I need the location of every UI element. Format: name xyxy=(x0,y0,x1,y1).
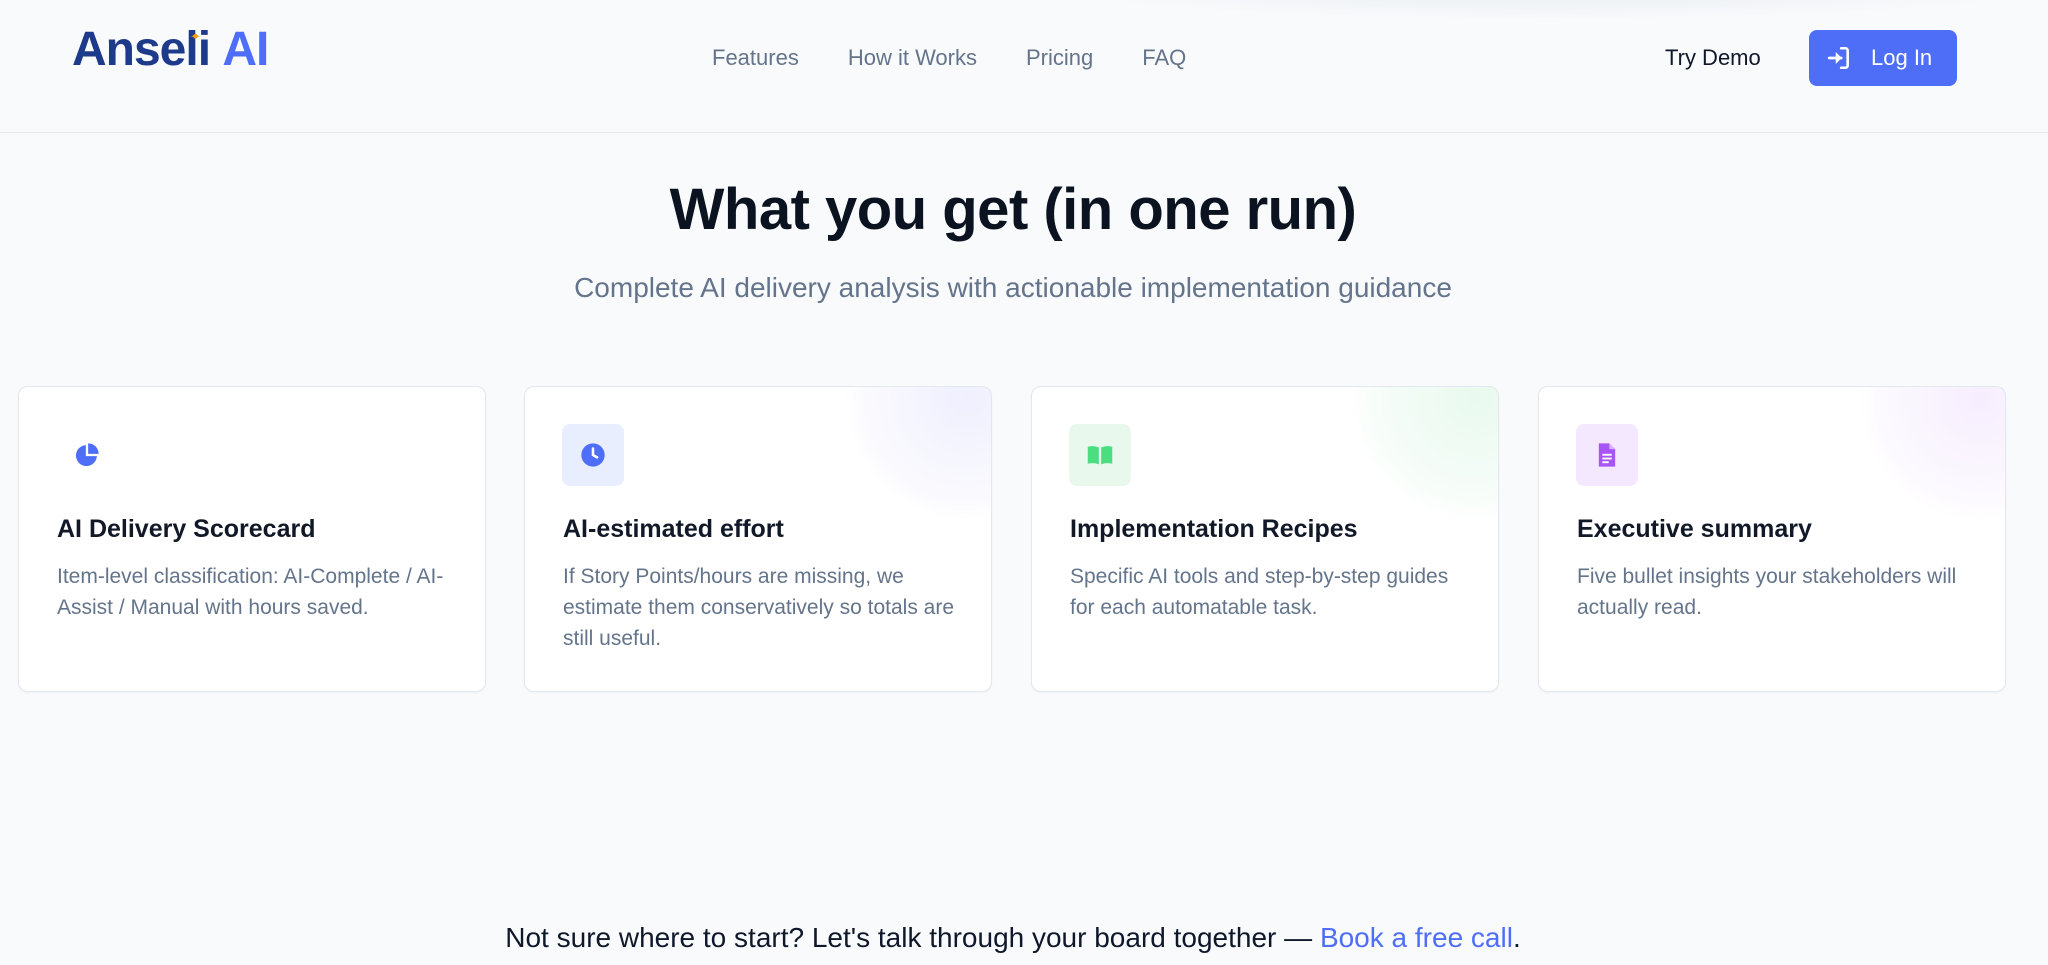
nav-glow-decoration xyxy=(1060,0,2040,20)
feature-card-effort: AI-estimated effort If Story Points/hour… xyxy=(524,386,992,692)
nav-link-faq[interactable]: FAQ xyxy=(1142,44,1186,72)
card-description: Five bullet insights your stakeholders w… xyxy=(1577,565,1957,619)
cta-suffix: . xyxy=(1512,922,1521,953)
feature-card-scorecard: AI Delivery Scorecard Item-level classif… xyxy=(18,386,486,692)
card-title: AI Delivery Scorecard xyxy=(57,515,316,543)
nav-link-pricing[interactable]: Pricing xyxy=(1026,44,1093,72)
pie-chart-icon xyxy=(75,443,99,467)
section-subtitle: Complete AI delivery analysis with actio… xyxy=(574,272,1452,303)
section-title: What you get (in one run) xyxy=(669,177,1357,242)
document-icon xyxy=(1598,443,1616,467)
feature-card-recipes: Implementation Recipes Specific AI tools… xyxy=(1031,386,1499,692)
card-glow-decoration xyxy=(847,387,991,519)
card-icon-wrapper xyxy=(56,424,118,486)
card-title: Executive summary xyxy=(1577,515,1812,543)
card-icon-wrapper xyxy=(562,424,624,486)
card-glow-decoration xyxy=(1354,387,1498,519)
login-label: Log In xyxy=(1871,45,1933,70)
card-title: AI-estimated effort xyxy=(563,515,784,543)
card-title: Implementation Recipes xyxy=(1070,515,1358,543)
login-button[interactable]: Log In xyxy=(1809,30,1957,86)
logo[interactable]: Anseli ✦ AI xyxy=(72,22,269,78)
bottom-cta: Not sure where to start? Let's talk thro… xyxy=(0,920,2026,956)
card-icon-wrapper xyxy=(1576,424,1638,486)
card-description: If Story Points/hours are missing, we es… xyxy=(563,565,955,650)
try-demo-link[interactable]: Try Demo xyxy=(1665,44,1761,72)
sparkle-icon: ✦ xyxy=(190,29,201,44)
nav-links: Features How it Works Pricing FAQ xyxy=(712,44,1186,72)
card-glow-decoration xyxy=(1861,387,2005,519)
cta-text: Not sure where to start? Let's talk thro… xyxy=(505,922,1320,953)
feature-card-executive-summary: Executive summary Five bullet insights y… xyxy=(1538,386,2006,692)
card-description: Item-level classification: AI-Complete /… xyxy=(57,565,444,619)
top-navigation: Anseli ✦ AI Features How it Works Pricin… xyxy=(0,0,2048,133)
clock-icon xyxy=(581,443,605,467)
logo-accent-text: AI xyxy=(222,23,269,76)
book-icon xyxy=(1087,446,1113,465)
card-icon-wrapper xyxy=(1069,424,1131,486)
login-icon xyxy=(1827,46,1849,70)
book-call-link[interactable]: Book a free call xyxy=(1320,922,1513,953)
card-description: Specific AI tools and step-by-step guide… xyxy=(1070,565,1449,619)
nav-link-features[interactable]: Features xyxy=(712,44,799,72)
nav-link-how-it-works[interactable]: How it Works xyxy=(848,44,977,72)
